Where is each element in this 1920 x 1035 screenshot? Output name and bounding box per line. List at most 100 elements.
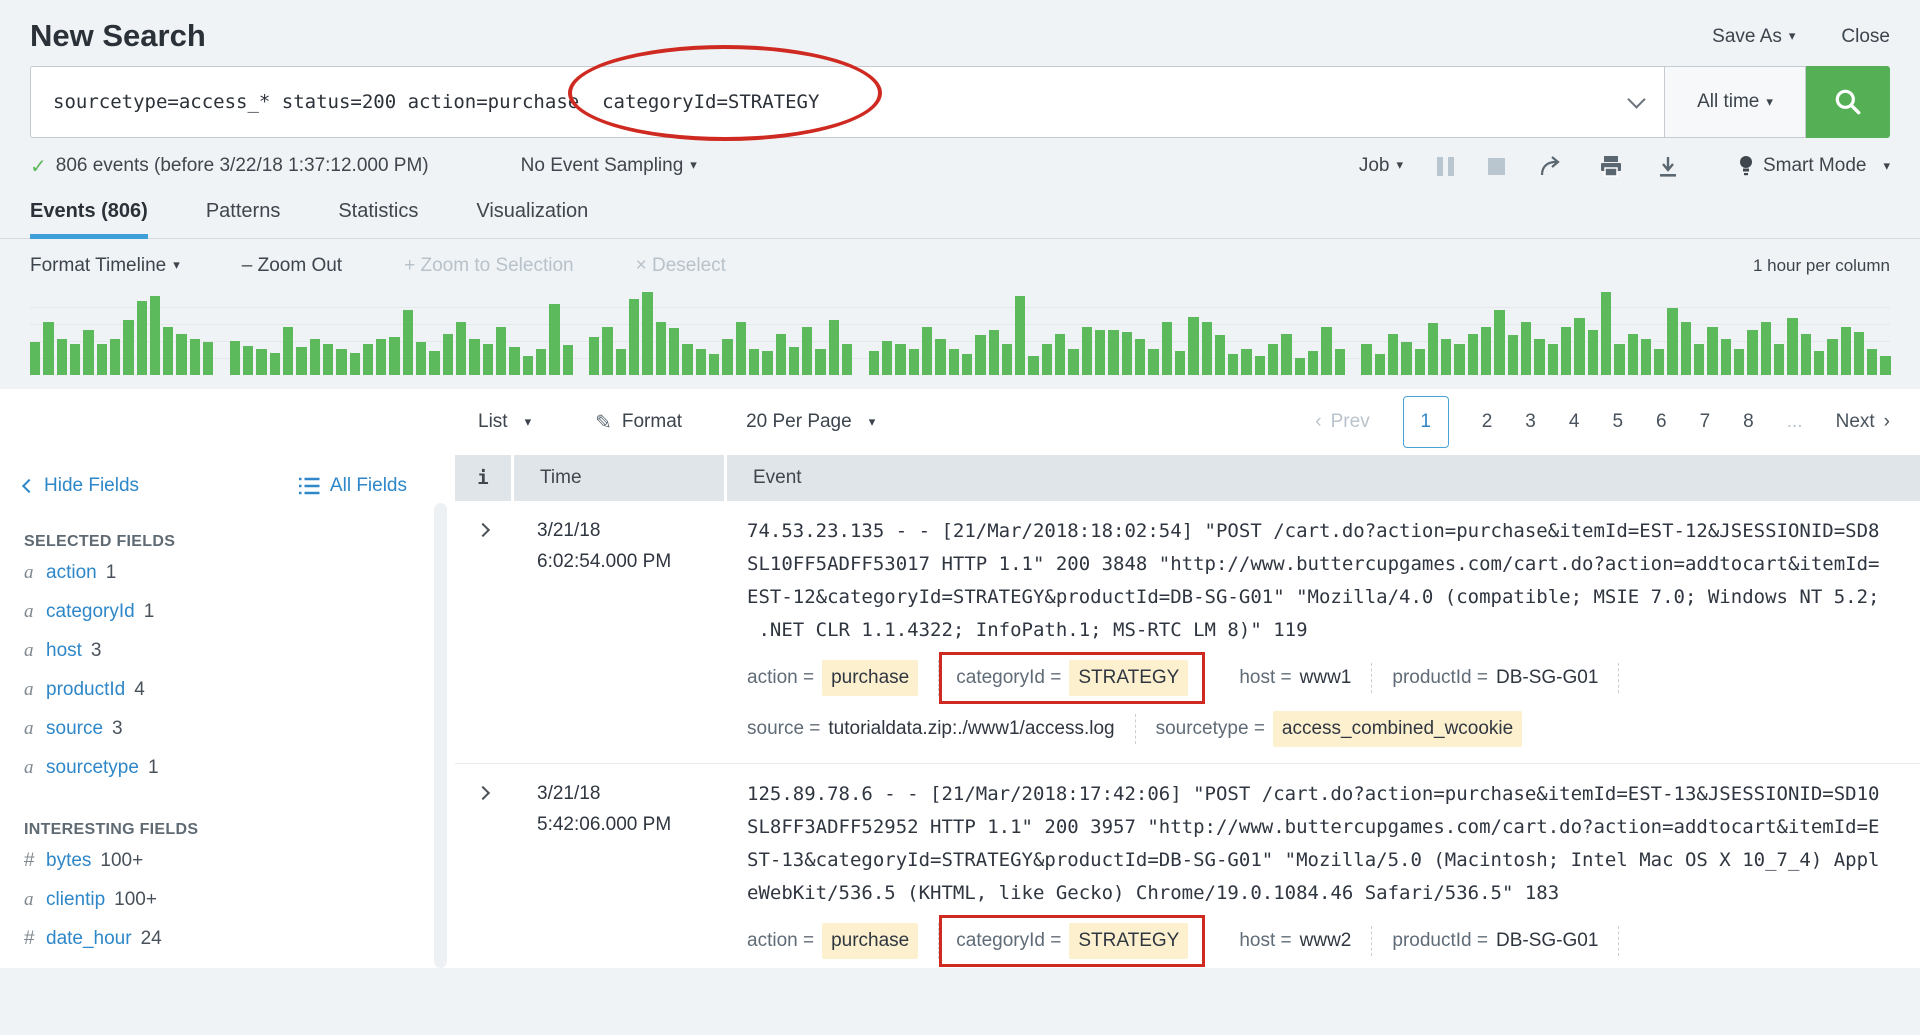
histogram-bar[interactable] [110, 339, 120, 375]
histogram-bar[interactable] [1574, 318, 1584, 375]
histogram-bar[interactable] [1548, 344, 1558, 375]
histogram-bar[interactable] [762, 351, 772, 375]
histogram-bar[interactable] [1148, 349, 1158, 375]
all-fields-button[interactable]: All Fields [298, 475, 407, 497]
histogram-bar[interactable] [389, 337, 399, 375]
histogram-bar[interactable] [1428, 323, 1438, 375]
field-item-categoryid[interactable]: acategoryId1 [24, 594, 435, 629]
histogram-bar[interactable] [1375, 354, 1385, 376]
histogram-bar[interactable] [656, 322, 666, 375]
histogram-bar[interactable] [1707, 327, 1717, 375]
search-expand-button[interactable] [1608, 99, 1664, 106]
histogram-bar[interactable] [749, 349, 759, 375]
histogram-bar[interactable] [1401, 342, 1411, 375]
histogram-bar[interactable] [975, 335, 985, 375]
histogram-bar[interactable] [1002, 344, 1012, 375]
histogram-bar[interactable] [1255, 356, 1265, 375]
histogram-bar[interactable] [949, 349, 959, 375]
page-6-button[interactable]: 6 [1656, 411, 1667, 433]
histogram-bar[interactable] [30, 342, 40, 375]
histogram-bar[interactable] [483, 344, 493, 375]
histogram-bar[interactable] [789, 347, 799, 375]
histogram-bar[interactable] [1841, 327, 1851, 375]
histogram-bar[interactable] [230, 341, 240, 375]
histogram-bar[interactable] [869, 351, 879, 375]
histogram-bar[interactable] [1335, 349, 1345, 375]
expand-event-button[interactable] [455, 515, 511, 747]
time-range-picker[interactable]: All time▾ [1664, 66, 1806, 138]
histogram-bar[interactable] [57, 339, 67, 375]
histogram-bar[interactable] [602, 327, 612, 375]
timeline-histogram[interactable] [30, 289, 1890, 375]
histogram-bar[interactable] [1880, 356, 1890, 375]
tab-patterns[interactable]: Patterns [206, 200, 280, 238]
histogram-bar[interactable] [1162, 322, 1172, 375]
histogram-bar[interactable] [1734, 349, 1744, 375]
histogram-bar[interactable] [150, 296, 160, 375]
histogram-bar[interactable] [536, 349, 546, 375]
histogram-bar[interactable] [137, 301, 147, 375]
histogram-bar[interactable] [1268, 344, 1278, 375]
histogram-bar[interactable] [1308, 351, 1318, 375]
search-input[interactable]: sourcetype=access_* status=200 action=pu… [30, 66, 1664, 138]
field-item-productid[interactable]: aproductId4 [24, 672, 435, 707]
histogram-bar[interactable] [722, 339, 732, 375]
histogram-bar[interactable] [1188, 317, 1198, 375]
histogram-bar[interactable] [270, 353, 280, 375]
field-item-clientip[interactable]: aclientip100+ [24, 882, 435, 917]
page-2-button[interactable]: 2 [1482, 411, 1493, 433]
histogram-bar[interactable] [629, 299, 639, 375]
search-query-text[interactable]: sourcetype=access_* status=200 action=pu… [53, 91, 1608, 113]
download-icon[interactable] [1657, 155, 1679, 177]
histogram-bar[interactable] [469, 339, 479, 375]
histogram-bar[interactable] [1082, 327, 1092, 375]
histogram-bar[interactable] [1095, 330, 1105, 375]
print-icon[interactable] [1599, 155, 1623, 177]
histogram-bar[interactable] [842, 344, 852, 375]
histogram-bar[interactable] [496, 327, 506, 375]
field-item-bytes[interactable]: #bytes100+ [24, 843, 435, 878]
histogram-bar[interactable] [802, 327, 812, 375]
histogram-bar[interactable] [43, 322, 53, 375]
histogram-bar[interactable] [1761, 322, 1771, 375]
histogram-bar[interactable] [1854, 332, 1864, 375]
histogram-bar[interactable] [1361, 344, 1371, 375]
histogram-bar[interactable] [1321, 327, 1331, 375]
histogram-bar[interactable] [1601, 292, 1611, 375]
histogram-bar[interactable] [176, 334, 186, 375]
histogram-bar[interactable] [509, 347, 519, 375]
histogram-bar[interactable] [776, 334, 786, 375]
histogram-bar[interactable] [1108, 330, 1118, 375]
histogram-bar[interactable] [882, 341, 892, 375]
tab-statistics[interactable]: Statistics [338, 200, 418, 238]
event-sampling-dropdown[interactable]: No Event Sampling▾ [521, 155, 697, 177]
histogram-bar[interactable] [815, 349, 825, 375]
histogram-bar[interactable] [1241, 349, 1251, 375]
histogram-bar[interactable] [1654, 349, 1664, 375]
per-page-dropdown[interactable]: 20 Per Page▾ [746, 411, 875, 433]
page-4-button[interactable]: 4 [1569, 411, 1580, 433]
histogram-bar[interactable] [1122, 332, 1132, 375]
histogram-bar[interactable] [642, 292, 652, 375]
histogram-bar[interactable] [1641, 339, 1651, 375]
histogram-bar[interactable] [296, 347, 306, 375]
page-5-button[interactable]: 5 [1612, 411, 1623, 433]
page-3-button[interactable]: 3 [1525, 411, 1536, 433]
histogram-bar[interactable] [909, 349, 919, 375]
histogram-bar[interactable] [416, 342, 426, 375]
histogram-bar[interactable] [1561, 327, 1571, 375]
close-button[interactable]: Close [1841, 26, 1890, 48]
histogram-bar[interactable] [1867, 349, 1877, 375]
histogram-bar[interactable] [1787, 318, 1797, 375]
histogram-bar[interactable] [70, 344, 80, 375]
format-timeline-dropdown[interactable]: Format Timeline▾ [30, 255, 180, 277]
page-8-button[interactable]: 8 [1743, 411, 1754, 433]
save-as-button[interactable]: Save As▾ [1712, 26, 1795, 48]
histogram-bar[interactable] [256, 349, 266, 375]
histogram-bar[interactable] [1694, 344, 1704, 375]
histogram-bar[interactable] [203, 342, 213, 375]
field-item-sourcetype[interactable]: asourcetype1 [24, 750, 435, 785]
field-item-date-mday[interactable]: #date_mday8 [24, 960, 435, 968]
histogram-bar[interactable] [456, 322, 466, 375]
histogram-bar[interactable] [1281, 334, 1291, 375]
